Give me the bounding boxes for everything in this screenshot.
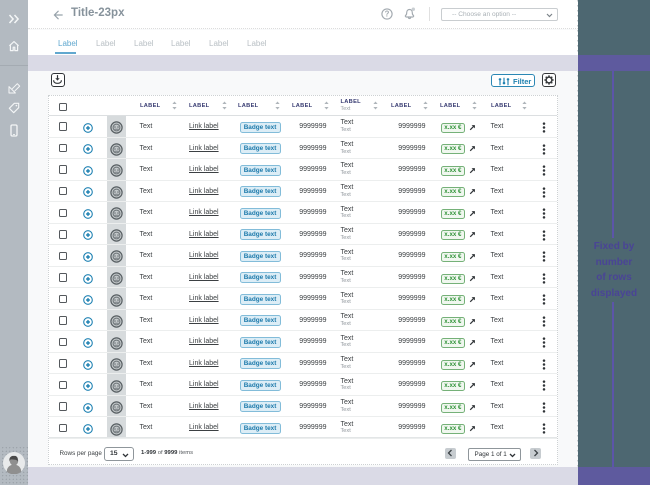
svg-text:?: ?	[385, 10, 390, 19]
